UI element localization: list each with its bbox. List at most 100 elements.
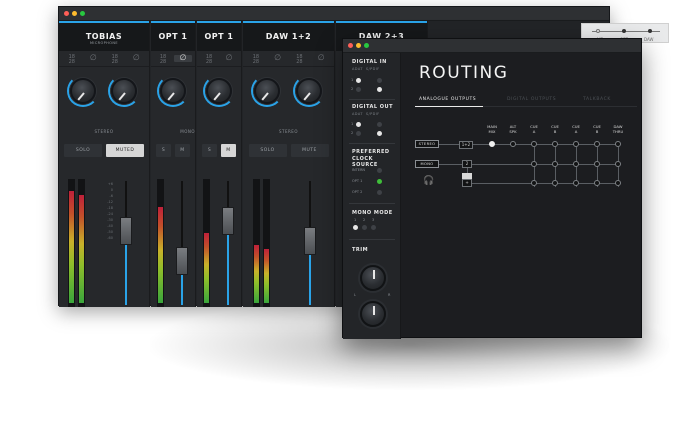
route-node-main-mix[interactable]: [489, 141, 495, 147]
phase-invert-icon[interactable]: ∅: [312, 54, 330, 62]
volume-fader[interactable]: [304, 227, 316, 255]
digital-in-heading: DIGITAL IN: [352, 59, 387, 65]
phase-invert-icon[interactable]: ∅: [174, 54, 192, 62]
mono-box[interactable]: +: [462, 179, 472, 187]
digital-out-adat-radio[interactable]: [356, 122, 361, 127]
clock-intern-radio[interactable]: [377, 168, 382, 173]
tab-talkback[interactable]: TALKBACK: [583, 97, 611, 102]
phase-invert-icon[interactable]: ∅: [84, 54, 102, 62]
zoom-window-button[interactable]: [364, 43, 369, 48]
channel-header[interactable]: DAW 1+2: [243, 21, 334, 51]
input-level-icon[interactable]: 18 28: [63, 55, 81, 65]
stereo-label: STEREO: [94, 129, 114, 134]
column-header-cue-b-2: CUE B: [593, 124, 601, 134]
minimize-window-button[interactable]: [72, 11, 77, 16]
route-node-cue-b[interactable]: [552, 161, 558, 167]
input-level-icon[interactable]: 18 28: [200, 55, 218, 65]
solo-button[interactable]: SOLO: [248, 144, 287, 157]
input-level-icon[interactable]: 18 28: [247, 55, 265, 65]
channel-header[interactable]: OPT 1: [197, 21, 241, 51]
mono-box[interactable]: 2: [462, 160, 472, 168]
row-label: 1: [351, 78, 354, 82]
digital-in-adat-radio[interactable]: [356, 87, 361, 92]
digital-out-adat-radio[interactable]: [356, 131, 361, 136]
digital-out-spdif-radio[interactable]: [377, 122, 382, 127]
route-node-cue-a-2[interactable]: [573, 180, 579, 186]
minimize-window-button[interactable]: [356, 43, 361, 48]
mono-mode-3-radio[interactable]: [371, 225, 376, 230]
level-meter: [68, 179, 75, 307]
close-window-button[interactable]: [348, 43, 353, 48]
mono-option-label: 2: [363, 218, 366, 222]
volume-fader[interactable]: [120, 217, 132, 245]
digital-in-adat-radio[interactable]: [356, 78, 361, 83]
route-node-daw-thru[interactable]: [615, 161, 621, 167]
mono-mode-1-radio[interactable]: [353, 225, 358, 230]
input-level-icon[interactable]: 18 28: [154, 55, 172, 65]
row-label: 2: [351, 131, 354, 135]
route-node-cue-b-2[interactable]: [594, 180, 600, 186]
phase-invert-icon[interactable]: ∅: [127, 54, 145, 62]
close-window-button[interactable]: [64, 11, 69, 16]
mute-button[interactable]: M: [221, 144, 236, 157]
solo-button[interactable]: S: [202, 144, 217, 157]
channel-name: OPT 1: [204, 32, 234, 41]
digital-out-spdif-radio[interactable]: [377, 131, 382, 136]
route-node-cue-a[interactable]: [531, 180, 537, 186]
row-label: 1: [351, 122, 354, 126]
channel-strip-opt1-a: OPT 1 18 28 ∅ MONO S M: [151, 21, 196, 307]
route-node-cue-b[interactable]: [552, 180, 558, 186]
route-node-alt-spk[interactable]: [510, 141, 516, 147]
route-node-daw-thru[interactable]: [615, 180, 621, 186]
divider: [349, 99, 395, 100]
phase-invert-icon[interactable]: ∅: [220, 54, 238, 62]
channel-header[interactable]: TOBIAS MICROPHONE: [59, 21, 149, 51]
tab-digital-outputs[interactable]: DIGITAL OUTPUTS: [507, 97, 556, 102]
digital-in-spdif-radio[interactable]: [377, 87, 382, 92]
io-options-label: ADAT S/PDIF: [352, 67, 380, 71]
column-header-cue-a-2: CUE A: [572, 124, 580, 134]
source-mono-button[interactable]: MONO: [415, 160, 439, 168]
mute-button[interactable]: MUTE: [290, 144, 329, 157]
column-header-alt-spk: ALT SPK: [509, 124, 517, 134]
pan-knob[interactable]: [70, 78, 96, 104]
source-stereo-button[interactable]: STEREO: [415, 140, 439, 148]
mute-button[interactable]: M: [175, 144, 190, 157]
volume-fader[interactable]: [176, 247, 188, 275]
input-level-icon[interactable]: 18 28: [106, 55, 124, 65]
mute-button[interactable]: MUTED: [106, 144, 144, 157]
route-node-cue-b-2[interactable]: [594, 161, 600, 167]
stereo-link-box[interactable]: 1+2: [459, 141, 473, 149]
solo-button[interactable]: S: [156, 144, 171, 157]
pan-knob[interactable]: [111, 78, 137, 104]
mono-mode-2-radio[interactable]: [362, 225, 367, 230]
route-node-cue-a[interactable]: [531, 161, 537, 167]
column-header-cue-a: CUE A: [530, 124, 538, 134]
clock-opt1-radio[interactable]: [377, 179, 382, 184]
trim-knob[interactable]: [360, 265, 386, 291]
channel-strip-tobias: TOBIAS MICROPHONE 18 28 ∅ 18 28 ∅ STEREO…: [59, 21, 150, 307]
channel-header[interactable]: OPT 1: [151, 21, 195, 51]
level-meter: [253, 179, 260, 307]
mono-label: MONO: [180, 129, 195, 134]
input-level-icon[interactable]: 18 28: [290, 55, 308, 65]
tab-analogue-outputs[interactable]: ANALOGUE OUTPUTS: [419, 97, 476, 102]
pan-knob[interactable]: [160, 78, 186, 104]
volume-fader[interactable]: [222, 207, 234, 235]
trim-knob[interactable]: [360, 301, 386, 327]
route-node-cue-a-2[interactable]: [573, 161, 579, 167]
routing-window: DIGITAL IN ADAT S/PDIF 1 2 DIGITAL OUT A…: [342, 38, 642, 339]
headphones-icon: 🎧: [423, 176, 435, 186]
phase-invert-icon[interactable]: ∅: [269, 54, 287, 62]
pan-knob[interactable]: [206, 78, 232, 104]
fader-scale: +6 0 -6 -12 -18 -24 -30 -40 -50 -60: [107, 182, 113, 240]
channel-strip-daw12: DAW 1+2 18 28 ∅ 18 28 ∅ STEREO SOLO MUTE: [243, 21, 335, 307]
pan-knob[interactable]: [296, 78, 322, 104]
zoom-window-button[interactable]: [80, 11, 85, 16]
clock-opt2-radio[interactable]: [377, 190, 382, 195]
pan-knob[interactable]: [254, 78, 280, 104]
solo-button[interactable]: SOLO: [64, 144, 102, 157]
divider: [349, 143, 395, 144]
mono-mode-heading: MONO MODE: [352, 210, 393, 216]
digital-in-spdif-radio[interactable]: [377, 78, 382, 83]
